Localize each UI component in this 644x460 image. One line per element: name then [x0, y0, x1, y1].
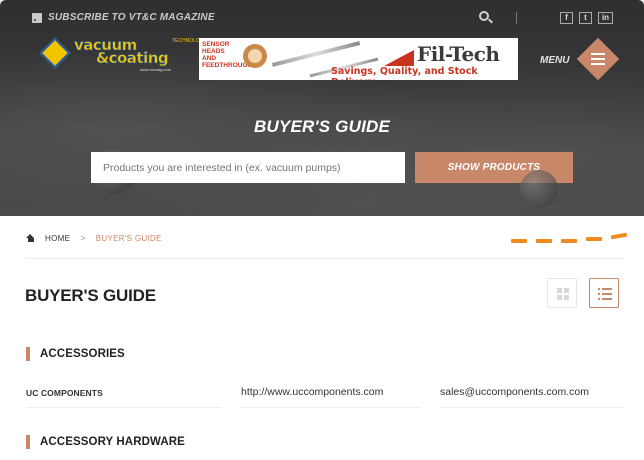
- breadcrumb-divider: [26, 258, 624, 259]
- page-title: BUYER'S GUIDE: [25, 286, 156, 305]
- search-icon[interactable]: [479, 11, 489, 21]
- banner-brand: Fil-Tech: [417, 42, 500, 66]
- section-heading-accessories: ACCESSORIES: [26, 347, 125, 361]
- hero-title: BUYER'S GUIDE: [253, 117, 391, 136]
- breadcrumb-current: BUYER'S GUIDE: [95, 233, 162, 243]
- logo-diamond-icon: [39, 37, 71, 69]
- company-email[interactable]: sales@uccomponents.com.com: [440, 386, 589, 398]
- company-name[interactable]: UC COMPONENTS: [26, 388, 103, 398]
- product-search-input[interactable]: [91, 152, 405, 183]
- section-heading-accessory-hardware: ACCESSORY HARDWARE: [26, 435, 185, 449]
- grid-view-button[interactable]: [547, 278, 577, 308]
- list-item[interactable]: UC COMPONENTS http://www.uccomponents.co…: [26, 386, 624, 410]
- breadcrumb-separator: >: [80, 233, 86, 243]
- site-logo[interactable]: vacuum &coating TECHNOLOGY www.vtcmag.co…: [39, 36, 207, 72]
- main-content: HOME > BUYER'S GUIDE BUYER'S GUIDE ACCES…: [0, 216, 644, 460]
- company-url[interactable]: http://www.uccomponents.com: [241, 386, 383, 398]
- banner-swoosh-graphic: [384, 50, 414, 66]
- list-view-button[interactable]: [589, 278, 619, 308]
- banner-rod-image: [271, 41, 361, 67]
- annotation-dash: [511, 239, 527, 243]
- facebook-icon[interactable]: f: [560, 12, 573, 24]
- linkedin-icon[interactable]: in: [598, 12, 613, 24]
- rss-icon: [32, 12, 42, 23]
- menu-icon[interactable]: [591, 53, 605, 65]
- annotation-dash: [586, 237, 602, 241]
- top-bar: SUBSCRIBE TO VT&C MAGAZINE f t in: [0, 0, 644, 36]
- home-icon[interactable]: [26, 234, 35, 242]
- topbar-divider: [516, 12, 517, 24]
- logo-line2: &coating: [96, 49, 169, 68]
- annotation-dash: [536, 239, 552, 243]
- row-divider: [26, 407, 222, 408]
- row-divider: [241, 407, 421, 408]
- ad-banner[interactable]: SENSOR HEADS AND FEEDTHROUGHS Fil-Tech S…: [199, 38, 518, 80]
- row-divider: [440, 407, 624, 408]
- logo-url: www.vtcmag.com: [140, 67, 172, 72]
- menu-label[interactable]: MENU: [540, 55, 569, 66]
- twitter-icon[interactable]: t: [579, 12, 592, 24]
- banner-tagline: Savings, Quality, and Stock Delivery: [331, 66, 478, 80]
- show-products-button[interactable]: SHOW PRODUCTS: [415, 152, 573, 183]
- breadcrumb-home[interactable]: HOME: [45, 234, 70, 243]
- annotation-dash: [561, 239, 577, 243]
- hero-header: SUBSCRIBE TO VT&C MAGAZINE f t in vacuum…: [0, 0, 644, 216]
- annotation-dash: [610, 232, 628, 240]
- page-frame: SUBSCRIBE TO VT&C MAGAZINE f t in vacuum…: [0, 0, 644, 460]
- banner-flange-image: [243, 44, 267, 68]
- breadcrumb: HOME > BUYER'S GUIDE: [26, 233, 162, 243]
- subscribe-link[interactable]: SUBSCRIBE TO VT&C MAGAZINE: [32, 12, 215, 23]
- subscribe-label: SUBSCRIBE TO VT&C MAGAZINE: [48, 12, 215, 23]
